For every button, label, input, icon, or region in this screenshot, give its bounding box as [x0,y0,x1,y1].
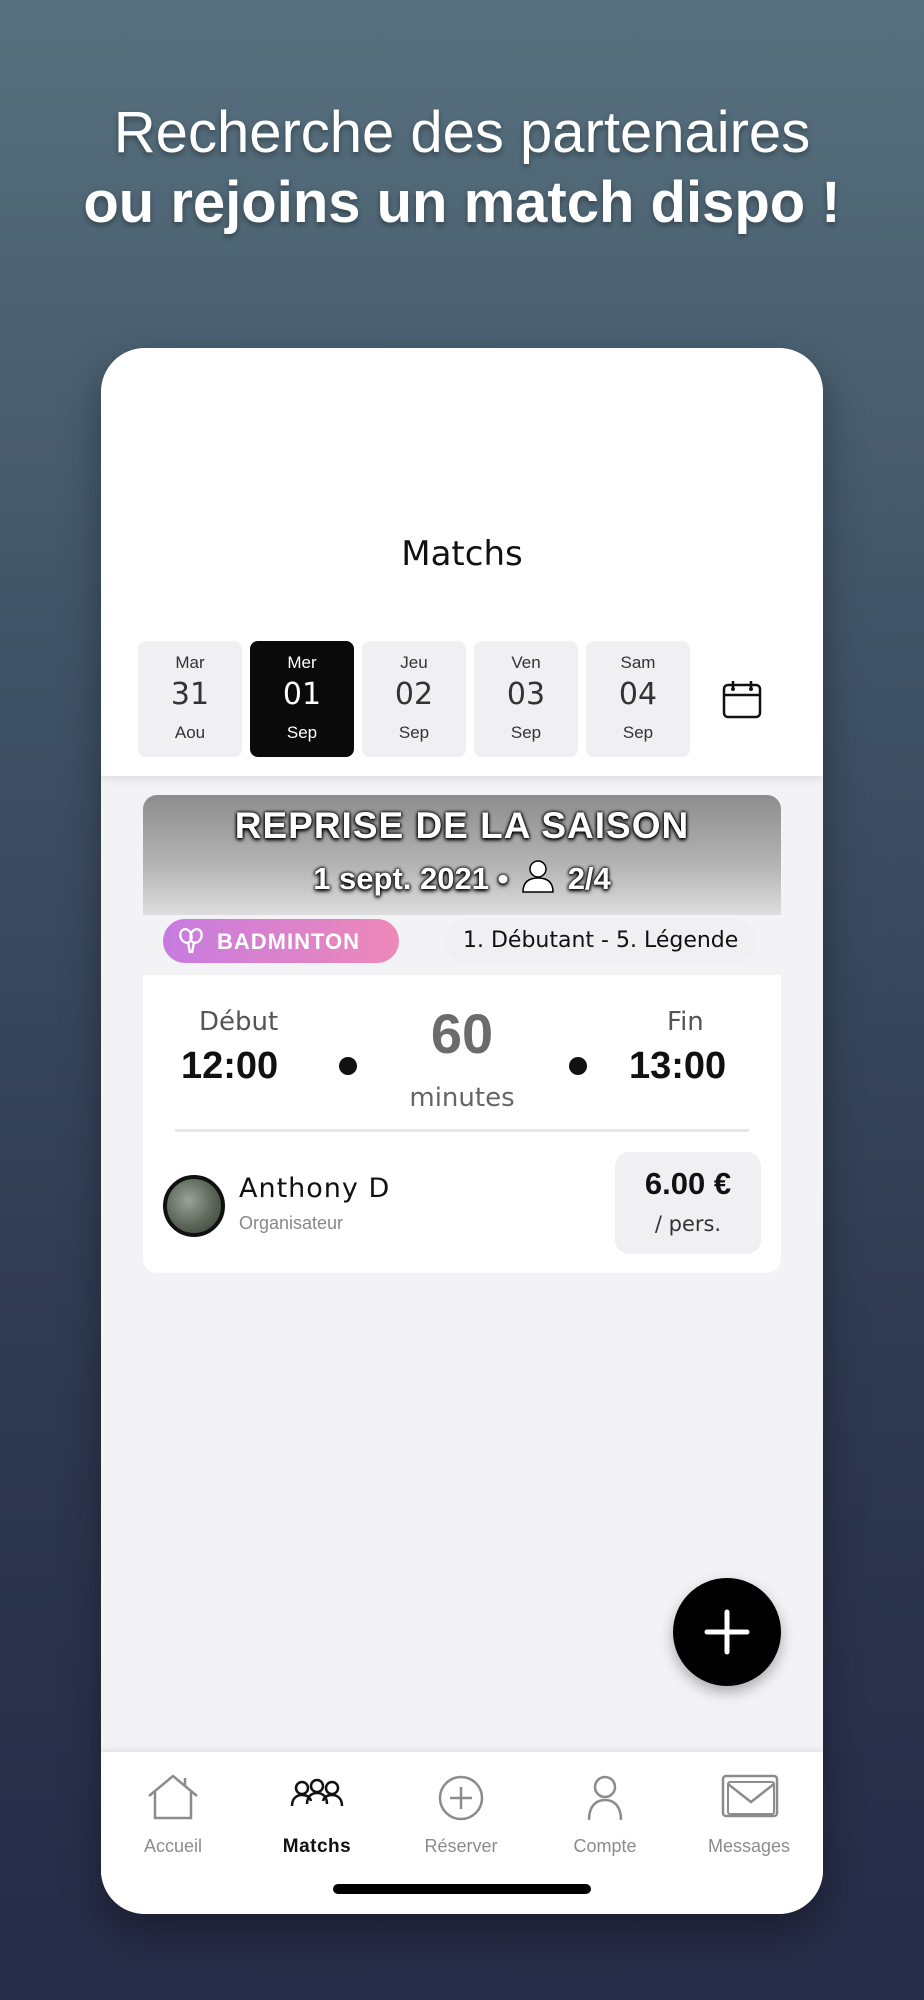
price-box: 6.00 € / pers. [615,1152,761,1254]
card-divider [175,1129,749,1132]
date-item-03[interactable]: Ven 03 Sep [474,641,578,757]
duration-value: 60 [430,1002,494,1065]
app-header: Matchs Mar 31 Aou Mer 01 Sep Jeu 02 Sep … [101,348,823,776]
calendar-icon[interactable] [721,678,763,720]
date-month: Aou [174,723,206,742]
plus-circle-icon [438,1775,484,1821]
headline-line-1: Recherche des partenaires [113,100,811,165]
date-item-01-selected[interactable]: Mer 01 Sep [250,641,354,757]
duration-unit: minutes [409,1083,515,1113]
match-title: REPRISE DE LA SAISON [234,805,690,846]
tab-label: Messages [707,1836,791,1856]
tab-accueil[interactable]: Accueil [101,1752,245,1856]
user-icon [587,1775,623,1821]
date-num: 02 [394,677,434,712]
match-card[interactable]: REPRISE DE LA SAISON 1 sept. 2021 • 2/4 … [143,795,781,1273]
headline-line-2: ou rejoins un match dispo ! [83,170,841,235]
start-label: Début [199,1007,279,1037]
end-dot [569,1057,587,1075]
match-meta-row: BADMINTON 1. Débutant - 5. Légende [143,915,781,975]
end-label: Fin [667,1007,704,1037]
end-time: 13:00 [629,1045,727,1087]
tab-compte[interactable]: Compte [533,1752,677,1856]
match-subtitle: 1 sept. 2021 • 2/4 [143,859,781,897]
group-icon [290,1778,344,1807]
date-num: 01 [282,677,322,712]
date-num: 31 [170,677,210,712]
badminton-racket-icon [179,928,203,954]
home-icon [148,1774,198,1820]
tab-messages[interactable]: Messages [677,1752,821,1856]
date-num: 03 [506,677,546,712]
organizer-name: Anthony D [239,1173,391,1204]
date-month: Sep [622,723,654,742]
date-month: Sep [510,723,542,742]
date-item-04[interactable]: Sam 04 Sep [586,641,690,757]
tab-label: Compte [573,1836,637,1856]
start-dot [339,1057,357,1075]
match-banner: REPRISE DE LA SAISON 1 sept. 2021 • 2/4 [143,795,781,925]
date-dow: Jeu [400,653,428,672]
date-dow: Sam [620,653,656,672]
date-dow: Mar [175,653,205,672]
organizer-role: Organisateur [239,1213,344,1233]
tab-label: Matchs [282,1836,352,1857]
date-item-02[interactable]: Jeu 02 Sep [362,641,466,757]
organizer-avatar[interactable] [163,1175,225,1237]
mail-icon [721,1774,779,1818]
date-dow: Mer [287,653,317,672]
date-dow: Ven [511,653,541,672]
add-match-button[interactable] [673,1578,781,1686]
level-range: 1. Débutant - 5. Légende [445,919,757,963]
date-month: Sep [398,723,430,742]
match-date: 1 sept. 2021 • [313,861,509,896]
date-month: Sep [286,723,318,742]
phone-screen: Matchs Mar 31 Aou Mer 01 Sep Jeu 02 Sep … [101,348,823,1914]
price-unit: / pers. [654,1212,722,1236]
tab-label: Accueil [143,1836,203,1856]
price-value: 6.00 € [644,1166,732,1201]
promo-headline: Recherche des partenaires ou rejoins un … [0,98,924,238]
tab-reserver[interactable]: Réserver [389,1752,533,1856]
sport-badge: BADMINTON [163,919,399,963]
home-indicator[interactable] [333,1884,591,1894]
page-title: Matchs [401,534,523,574]
person-icon [522,860,554,893]
plus-icon [704,1609,750,1655]
tab-matchs[interactable]: Matchs [245,1752,389,1857]
date-num: 04 [618,677,658,712]
start-time: 12:00 [181,1045,279,1087]
sport-label: BADMINTON [217,929,361,954]
match-players: 2/4 [567,861,611,896]
date-item-31[interactable]: Mar 31 Aou [138,641,242,757]
tab-label: Réserver [424,1836,498,1856]
